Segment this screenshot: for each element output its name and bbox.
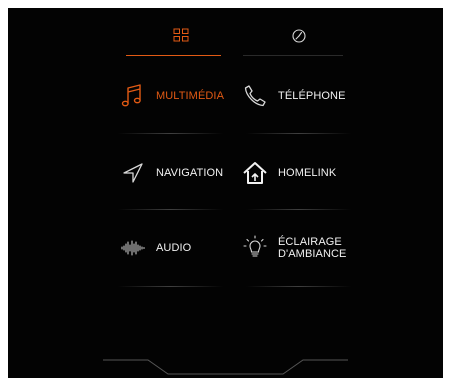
tile-navigation-label: NAVIGATION <box>156 167 224 179</box>
tile-ambient-lighting-label: ÉCLAIRAGE D'AMBIANCE <box>278 236 347 260</box>
navigation-arrow-icon <box>118 158 148 188</box>
tab-clock[interactable] <box>244 28 354 58</box>
separator <box>118 209 223 210</box>
tile-telephone-label: TÉLÉPHONE <box>278 90 346 102</box>
bottom-frame-decoration <box>103 359 348 375</box>
label-line-1: ÉCLAIRAGE <box>278 236 342 248</box>
tab-apps[interactable] <box>126 28 236 58</box>
lightbulb-icon <box>240 233 270 263</box>
tile-multimedia-label: MULTIMÉDIA <box>156 90 225 102</box>
phone-icon <box>240 81 270 111</box>
tile-navigation[interactable]: NAVIGATION <box>118 153 223 193</box>
apps-grid-icon <box>173 28 189 42</box>
tile-ambient-lighting[interactable]: ÉCLAIRAGE D'AMBIANCE <box>240 228 347 268</box>
separator <box>118 133 223 134</box>
tab-apps-indicator <box>126 55 221 56</box>
clock-icon <box>292 29 306 43</box>
separator <box>118 286 223 287</box>
music-note-icon <box>118 81 148 111</box>
audio-wave-icon <box>118 233 148 263</box>
tab-clock-indicator <box>243 55 343 56</box>
tile-homelink-label: HOMELINK <box>278 167 337 179</box>
tile-audio[interactable]: AUDIO <box>118 228 191 268</box>
app-menu-screen: MULTIMÉDIA TÉLÉPHONE NAVIGATION HOMELINK <box>8 8 443 378</box>
separator <box>246 286 351 287</box>
separator <box>246 133 351 134</box>
tile-multimedia[interactable]: MULTIMÉDIA <box>118 76 224 116</box>
home-icon <box>240 158 270 188</box>
tile-telephone[interactable]: TÉLÉPHONE <box>240 76 346 116</box>
separator <box>246 209 351 210</box>
label-line-2: D'AMBIANCE <box>278 248 347 260</box>
tab-bar <box>8 8 443 62</box>
tile-homelink[interactable]: HOMELINK <box>240 153 336 193</box>
tile-audio-label: AUDIO <box>156 242 192 254</box>
